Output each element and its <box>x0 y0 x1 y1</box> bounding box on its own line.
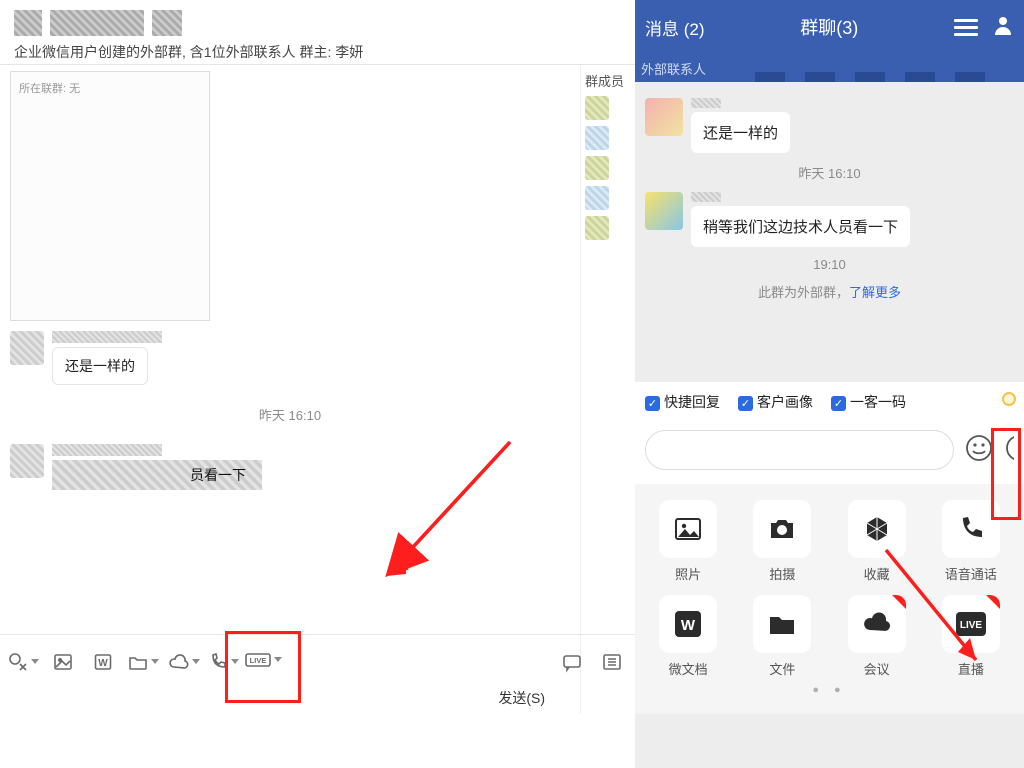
member-avatar[interactable] <box>585 126 609 150</box>
send-row: 发送(S) <box>0 688 635 714</box>
redacted-block <box>14 10 42 36</box>
chat-subtitle: 企业微信用户创建的外部群, 含1位外部联系人 群主: 李妍 <box>14 42 621 62</box>
person-icon[interactable] <box>992 14 1014 41</box>
redacted-name <box>691 98 721 108</box>
tab-groupchat[interactable]: 群聊(3) <box>705 14 955 40</box>
desktop-chat-pane: 企业微信用户创建的外部群, 含1位外部联系人 群主: 李妍 所在联群: 无 还是… <box>0 0 635 768</box>
new-badge <box>1002 392 1016 406</box>
avatar[interactable] <box>645 98 683 136</box>
avatar[interactable] <box>645 192 683 230</box>
members-title: 群成员 <box>585 71 631 90</box>
redacted-name <box>52 444 162 456</box>
chat-header: 企业微信用户创建的外部群, 含1位外部联系人 群主: 李妍 <box>0 0 635 64</box>
redacted-name <box>52 331 162 343</box>
more-icon[interactable] <box>1004 433 1014 468</box>
wdoc-icon[interactable]: W <box>92 651 114 673</box>
chat-title-row <box>14 10 621 36</box>
message-row: 还是一样的 <box>10 331 570 385</box>
redacted-block <box>152 10 182 36</box>
grid-shoot[interactable]: 拍摄 <box>735 494 829 589</box>
folder-icon[interactable] <box>132 651 154 673</box>
svg-text:W: W <box>98 658 108 669</box>
mobile-header: 消息 (2) 群聊(3) <box>635 0 1024 54</box>
screenshot-icon[interactable] <box>12 651 34 673</box>
quoted-panel: 所在联群: 无 <box>10 71 210 321</box>
member-avatar[interactable] <box>585 96 609 120</box>
message-bubble: 还是一样的 <box>52 347 148 385</box>
avatar <box>10 331 44 365</box>
message-row: 员看一下 <box>10 444 570 490</box>
grid-photo[interactable]: 照片 <box>641 494 735 589</box>
mobile-chat-scroll[interactable]: 还是一样的 昨天 16:10 稍等我们这边技术人员看一下 19:10 此群为外部… <box>635 82 1024 382</box>
quick-reply-option[interactable]: ✓快捷回复 <box>645 392 720 412</box>
chat-body: 所在联群: 无 还是一样的 昨天 16:10 员看一下 <box>0 64 635 714</box>
grid-live[interactable]: LIVE 直播 <box>924 589 1018 684</box>
svg-text:W: W <box>681 617 696 634</box>
grid-meeting[interactable]: 会议 <box>830 589 924 684</box>
message-bubble: 稍等我们这边技术人员看一下 <box>691 206 910 247</box>
quick-options-bar: ✓快捷回复 ✓客户画像 ✓一客一码 <box>635 382 1024 422</box>
member-avatar[interactable] <box>585 186 609 210</box>
menu-icon[interactable] <box>954 15 978 39</box>
send-hint[interactable]: 发送(S) <box>498 690 545 706</box>
svg-text:LIVE: LIVE <box>960 620 983 631</box>
mobile-input-bar <box>635 422 1024 484</box>
message-row: 稍等我们这边技术人员看一下 <box>645 192 1014 247</box>
mobile-chat-pane: 消息 (2) 群聊(3) 外部联系人 还是一样的 昨天 16:10 稍等我们这边… <box>635 0 1024 768</box>
tab-messages[interactable]: 消息 (2) <box>645 15 705 40</box>
time-separator: 昨天 16:10 <box>10 405 570 424</box>
image-icon[interactable] <box>52 651 74 673</box>
emoji-icon[interactable] <box>964 433 994 468</box>
chat-scroll-area[interactable]: 所在联群: 无 还是一样的 昨天 16:10 员看一下 <box>0 65 580 714</box>
member-avatar[interactable] <box>585 216 609 240</box>
customer-profile-option[interactable]: ✓客户画像 <box>738 392 813 412</box>
redacted-name <box>691 192 721 202</box>
members-sidebar: 群成员 <box>580 65 635 714</box>
avatar <box>10 444 44 478</box>
redacted-block <box>50 10 144 36</box>
page-dots: ● ● <box>641 684 1018 696</box>
external-group-note: 此群为外部群，了解更多 <box>645 282 1014 301</box>
grid-file[interactable]: 文件 <box>735 589 829 684</box>
cloud-icon[interactable] <box>172 651 194 673</box>
compose-toolbar: W LIVE <box>0 634 635 688</box>
time-separator: 19:10 <box>645 257 1014 272</box>
message-bubble: 还是一样的 <box>691 112 790 153</box>
time-separator: 昨天 16:10 <box>645 163 1014 182</box>
message-input[interactable] <box>645 430 954 470</box>
member-avatar[interactable] <box>585 156 609 180</box>
external-contact-band: 外部联系人 <box>635 54 1024 82</box>
partially-redacted-bubble: 员看一下 <box>52 460 262 490</box>
new-corner-badge <box>986 595 1000 609</box>
grid-voice-call[interactable]: 语音通话 <box>924 494 1018 589</box>
list-icon[interactable] <box>601 651 623 673</box>
message-row: 还是一样的 <box>645 98 1014 153</box>
band-text: 外部联系人 <box>641 59 706 78</box>
quote-icon[interactable] <box>561 651 583 673</box>
grid-favorite[interactable]: 收藏 <box>830 494 924 589</box>
one-code-option[interactable]: ✓一客一码 <box>831 392 906 412</box>
learn-more-link[interactable]: 了解更多 <box>849 285 901 300</box>
attachment-grid: 照片 拍摄 收藏 语音通话 W 微文档 文件 <box>635 484 1024 714</box>
new-corner-badge <box>892 595 906 609</box>
panel-note: 所在联群: 无 <box>19 83 80 95</box>
grid-wdoc[interactable]: W 微文档 <box>641 589 735 684</box>
